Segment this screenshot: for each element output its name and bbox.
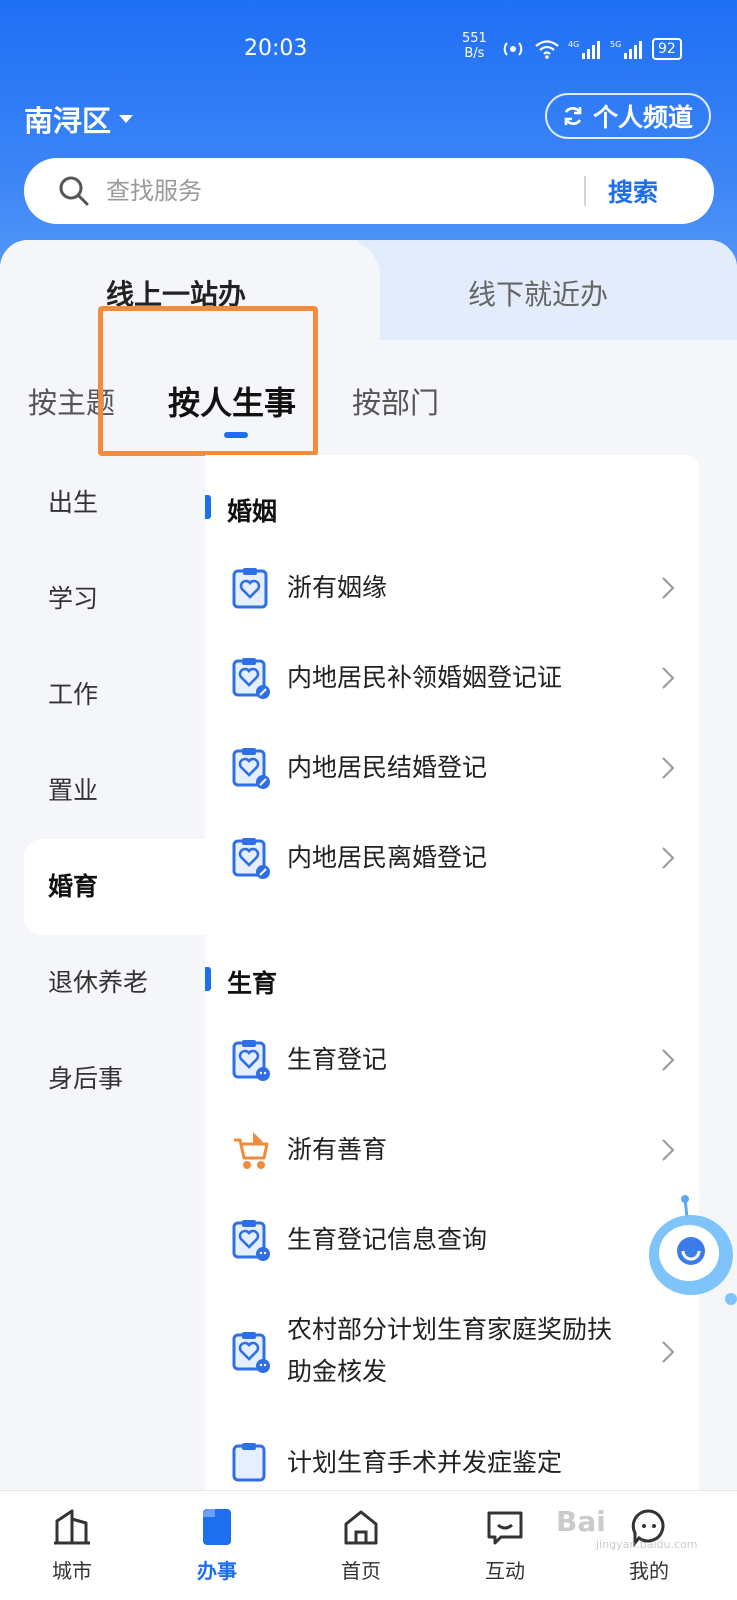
nav-city[interactable]: 城市 [27,1507,117,1584]
list-item-label: 内地居民结婚登记 [287,753,488,782]
nav-affairs[interactable]: 办事 [172,1507,262,1584]
list-item-label: 农村部分计划生育家庭奖励扶 助金核发 [287,1309,657,1393]
list-item[interactable]: 生育登记 [205,1037,699,1083]
svg-text:4G: 4G [568,40,579,49]
signal-4g-icon: 4G [568,40,600,59]
chevron-right-icon [662,577,675,599]
heart-clipboard-baby-icon [232,1443,266,1482]
watermark-text: Bai [556,1505,606,1538]
chevron-right-icon [662,1341,675,1363]
status-time: 20:03 [244,36,308,61]
chevron-right-icon [662,1049,675,1071]
signal-5g-icon: 5G [610,40,642,59]
heart-clipboard-icon [232,568,268,609]
city-icon [54,1509,90,1545]
sidebar-item-birth[interactable]: 出生 [0,455,205,551]
heart-clipboard-pen-icon [232,658,270,699]
nav-interact[interactable]: 互动 [460,1507,550,1584]
section-marker [205,495,211,519]
search-input[interactable] [106,177,556,205]
list-item[interactable]: 计划生育手术并发症鉴定 [205,1440,699,1486]
list-item-label: 浙有姻缘 [287,573,388,602]
personal-channel-label: 个人频道 [592,103,693,132]
tab-offline[interactable]: 线下就近办 [468,273,608,313]
chat-icon [487,1511,523,1545]
district-label: 南浔区 [24,104,112,138]
home-icon [344,1510,378,1545]
list-item-label: 内地居民补领婚姻登记证 [287,663,563,692]
district-selector[interactable]: 南浔区 [24,98,134,140]
nav-profile-label: 我的 [629,1559,669,1583]
list-item-label-line2: 助金核发 [287,1357,388,1386]
handle-affairs-icon [203,1509,231,1545]
caret-down-icon [119,115,134,123]
heart-clipboard-pen-icon [232,748,270,789]
nav-home[interactable]: 首页 [316,1507,406,1584]
net-speed: 551 B/s [462,31,487,61]
chevron-right-icon [662,757,675,779]
section-title-childbirth: 生育 [227,969,278,998]
svg-text:5G: 5G [610,40,621,49]
watermark-subtext: jingyan.baidu.com [596,1538,698,1551]
heart-clipboard-baby-icon [232,1040,270,1081]
sidebar-item-retirement[interactable]: 退休养老 [0,935,205,1031]
nav-city-label: 城市 [52,1559,92,1583]
list-item-label: 生育登记 [287,1045,388,1074]
heart-clipboard-baby-icon [232,1220,270,1261]
nav-home-label: 首页 [341,1559,381,1583]
battery-indicator: 92 [652,38,682,60]
status-bar: 20:03 551 B/s 4G 5G 92 [0,28,737,68]
chevron-right-icon [662,847,675,869]
list-item[interactable]: 内地居民离婚登记 [205,835,699,881]
service-list: 婚姻 浙有姻缘 内地居民补领婚姻登记证 内地居民结婚登记 内地居民离婚登记 生育… [205,455,699,1495]
status-icons: 4G 5G 92 [500,38,682,60]
baidu-watermark: Bai jingyan.baidu.com [556,1505,698,1551]
hotspot-icon [503,42,523,56]
assistant-robot-icon[interactable] [645,1195,737,1305]
list-item-label: 内地居民离婚登记 [287,843,488,872]
refresh-icon [564,107,582,125]
sidebar-item-work[interactable]: 工作 [0,647,205,743]
list-item[interactable]: 农村部分计划生育家庭奖励扶 助金核发 [205,1307,699,1397]
list-item[interactable]: 浙有姻缘 [205,565,699,611]
search-divider [584,176,586,206]
heart-clipboard-pen-icon [232,838,270,879]
nav-interact-label: 互动 [485,1559,525,1583]
heart-clipboard-baby-icon [232,1332,270,1373]
net-speed-unit: B/s [464,46,485,61]
list-item-label-line1: 农村部分计划生育家庭奖励扶 [287,1315,613,1344]
chevron-right-icon [662,667,675,689]
highlight-annotation-box [98,306,318,456]
search-button[interactable]: 搜索 [608,173,658,209]
sidebar-item-after-death[interactable]: 身后事 [0,1031,205,1127]
list-item[interactable]: 内地居民补领婚姻登记证 [205,655,699,701]
stroller-icon [234,1132,269,1169]
wifi-icon [535,40,559,59]
section-title-marriage: 婚姻 [227,497,278,526]
net-speed-value: 551 [462,31,487,46]
list-item-label: 计划生育手术并发症鉴定 [287,1448,563,1477]
personal-channel-button[interactable]: 个人频道 [544,93,711,139]
section-marker [205,967,211,991]
subtab-by-department[interactable]: 按部门 [352,380,439,422]
list-item[interactable]: 内地居民结婚登记 [205,745,699,791]
list-item-label: 浙有善育 [287,1135,388,1164]
list-item-label: 生育登记信息查询 [287,1225,488,1254]
sidebar-item-marriage-birth[interactable]: 婚育 [24,839,214,935]
sidebar-item-study[interactable]: 学习 [0,551,205,647]
nav-affairs-label: 办事 [197,1559,237,1583]
list-item[interactable]: 浙有善育 [205,1127,699,1173]
list-item[interactable]: 生育登记信息查询 [205,1217,699,1263]
chevron-right-icon [662,1139,675,1161]
search-icon [59,176,89,206]
search-bar: 搜索 [24,158,714,224]
sidebar-item-property[interactable]: 置业 [0,743,205,839]
